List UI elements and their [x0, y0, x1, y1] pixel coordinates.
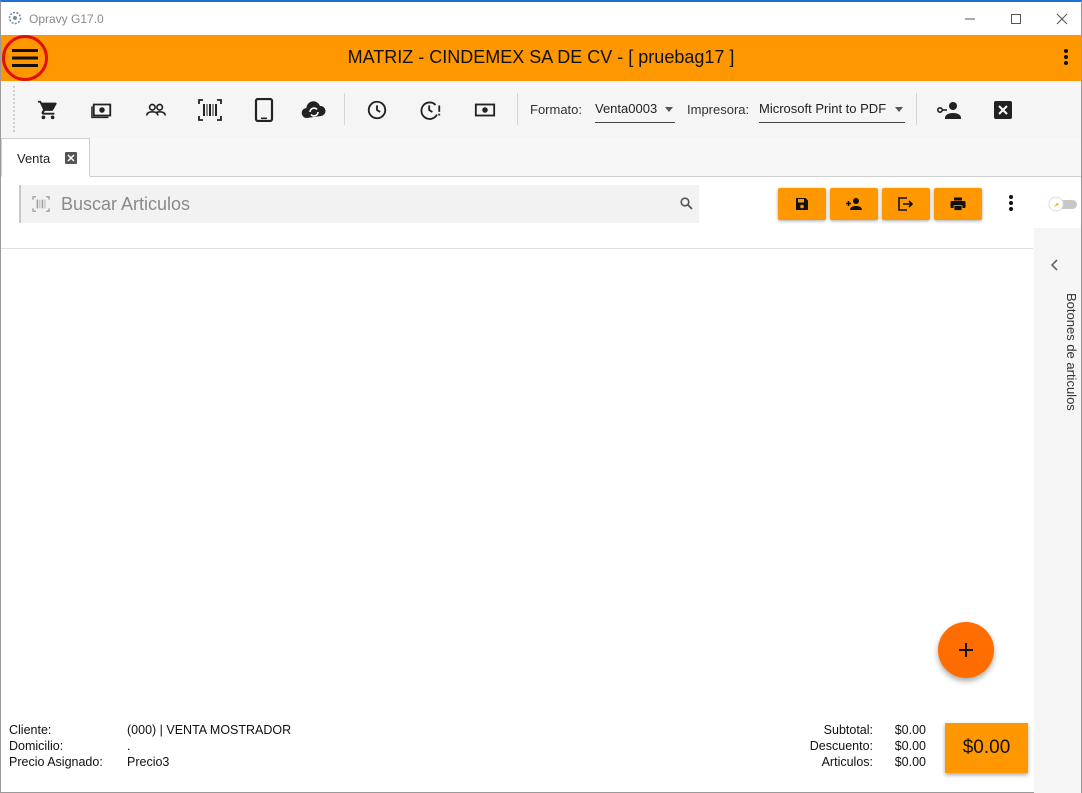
side-panel: Botones de articulos: [1034, 228, 1081, 793]
toolbar-grip: [13, 86, 15, 132]
tab-venta[interactable]: Venta: [1, 138, 90, 177]
plus-icon: [959, 643, 973, 657]
tablet-icon[interactable]: [251, 97, 277, 123]
toolbar-separator: [344, 93, 345, 125]
app-window: Opravy G17.0 MATRIZ - CINDEMEX SA DE CV …: [0, 0, 1082, 793]
exit-to-app-icon: [898, 197, 914, 211]
formato-select[interactable]: Venta0003: [595, 101, 675, 123]
divider: [1, 248, 1033, 249]
add-customer-button[interactable]: [830, 188, 878, 220]
pin-toggle[interactable]: [1047, 196, 1079, 212]
barcode-scan-icon: [32, 196, 50, 217]
chevron-down-icon: [665, 107, 673, 112]
descuento-label: Descuento:: [809, 739, 873, 753]
main-toolbar: Formato: Venta0003 Impresora: Microsoft …: [1, 81, 1081, 138]
save-button[interactable]: [778, 188, 826, 220]
export-button[interactable]: [882, 188, 930, 220]
clock-icon[interactable]: [364, 97, 390, 123]
toolbar-separator: [916, 93, 917, 125]
cloud-sync-icon[interactable]: [301, 97, 327, 123]
cliente-label: Cliente:: [9, 723, 52, 737]
barcode-icon[interactable]: [197, 97, 223, 123]
impresora-value: Microsoft Print to PDF: [759, 101, 887, 116]
cart-icon[interactable]: [35, 97, 61, 123]
subtotal-value: $0.00: [894, 723, 926, 737]
close-box-icon[interactable]: [990, 97, 1016, 123]
impresora-select[interactable]: Microsoft Print to PDF: [759, 101, 905, 123]
clock-alert-icon[interactable]: [418, 97, 444, 123]
maximize-button[interactable]: [993, 5, 1039, 33]
more-vert-icon[interactable]: [1008, 194, 1014, 217]
assign-customer-icon[interactable]: [936, 97, 962, 123]
print-button[interactable]: [934, 188, 982, 220]
domicilio-label: Domicilio:: [9, 739, 64, 753]
cash-icon[interactable]: [89, 97, 115, 123]
person-add-icon: [846, 198, 862, 210]
money-icon[interactable]: [472, 97, 498, 123]
articulos-label: Articulos:: [821, 755, 873, 769]
close-tab-icon[interactable]: [65, 152, 77, 164]
formato-label: Formato:: [530, 102, 583, 117]
formato-value: Venta0003: [595, 101, 658, 116]
chevron-left-icon[interactable]: [1050, 258, 1060, 276]
chevron-down-icon: [895, 107, 903, 112]
precio-value: Precio3: [127, 755, 170, 769]
company-title: MATRIZ - CINDEMEX SA DE CV - [ pruebag17…: [347, 47, 735, 67]
search-icon[interactable]: [680, 197, 693, 215]
precio-label: Precio Asignado:: [9, 755, 103, 769]
search-input[interactable]: [61, 193, 621, 215]
search-bar: [19, 185, 699, 223]
window-title: Opravy G17.0: [29, 12, 104, 26]
articulos-value: $0.00: [894, 755, 926, 769]
more-vert-icon[interactable]: [1063, 47, 1069, 72]
customers-icon[interactable]: [143, 97, 169, 123]
minimize-button[interactable]: [947, 5, 993, 33]
print-icon: [950, 197, 966, 211]
subtotal-label: Subtotal:: [823, 723, 873, 737]
tab-label: Venta: [17, 151, 51, 166]
domicilio-value: .: [127, 739, 131, 753]
app-header: MATRIZ - CINDEMEX SA DE CV - [ pruebag17…: [1, 35, 1081, 81]
descuento-value: $0.00: [894, 739, 926, 753]
total-button[interactable]: $0.00: [945, 723, 1028, 773]
add-fab-button[interactable]: [938, 622, 994, 678]
close-window-button[interactable]: [1039, 5, 1082, 33]
impresora-label: Impresora:: [687, 102, 750, 117]
tab-bar: Venta: [1, 138, 1081, 177]
app-logo-icon: [8, 11, 22, 25]
cliente-value: (000) | VENTA MOSTRADOR: [127, 723, 292, 737]
toolbar-separator: [517, 93, 518, 125]
title-bar: Opravy G17.0: [1, 2, 1081, 35]
side-panel-label[interactable]: Botones de articulos: [1064, 293, 1079, 411]
save-icon: [796, 198, 808, 210]
